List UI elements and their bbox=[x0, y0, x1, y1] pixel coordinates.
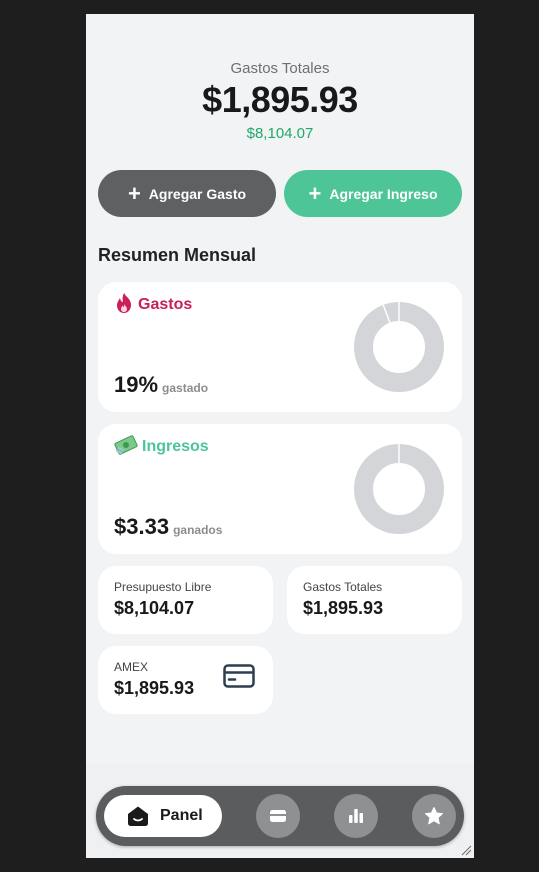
plus-icon: + bbox=[127, 180, 141, 206]
credit-card-icon bbox=[223, 664, 255, 688]
expenses-donut-chart bbox=[354, 302, 444, 392]
add-expense-button[interactable]: + Agregar Gasto bbox=[98, 170, 276, 217]
monthly-summary-title: Resumen Mensual bbox=[98, 245, 257, 265]
bar-chart-icon bbox=[349, 809, 363, 823]
amex-value: $1,895.93 bbox=[114, 678, 195, 698]
income-donut-chart bbox=[354, 444, 444, 534]
free-budget-card[interactable]: Presupuesto Libre $8,104.07 bbox=[98, 566, 273, 634]
header-subtitle: Gastos Totales bbox=[230, 60, 330, 77]
donut-track bbox=[354, 444, 444, 534]
income-card-header: Ingresos bbox=[114, 434, 209, 460]
total-expenses-card[interactable]: Gastos Totales $1,895.93 bbox=[287, 566, 462, 634]
plus-icon: + bbox=[308, 180, 322, 206]
resize-handle-icon[interactable] bbox=[460, 844, 472, 856]
expenses-percent: 19% bbox=[114, 372, 159, 397]
income-unit: ganados bbox=[173, 523, 223, 537]
donut-track bbox=[354, 302, 444, 392]
free-budget-value: $8,104.07 bbox=[114, 598, 195, 618]
income-card-title: Ingresos bbox=[142, 438, 209, 455]
expenses-unit: gastado bbox=[162, 381, 209, 395]
nav-stats-button[interactable] bbox=[334, 794, 378, 838]
free-budget-label: Presupuesto Libre bbox=[114, 580, 212, 594]
amex-label: AMEX bbox=[114, 660, 149, 674]
income-card-value: $3.33 ganados bbox=[114, 514, 222, 540]
header: Gastos Totales $1,895.93 $8,104.07 bbox=[86, 60, 474, 142]
expenses-card-header: Gastos bbox=[114, 292, 192, 318]
nav-favorites-button[interactable] bbox=[412, 794, 456, 838]
wallet-icon bbox=[270, 810, 286, 822]
expenses-card-value: 19% gastado bbox=[114, 372, 208, 398]
home-icon bbox=[128, 806, 148, 826]
income-card[interactable]: Ingresos $3.33 ganados bbox=[98, 424, 462, 554]
expenses-card-title: Gastos bbox=[138, 296, 193, 313]
total-expenses-amount: $1,895.93 bbox=[202, 79, 358, 120]
total-expenses-label: Gastos Totales bbox=[303, 580, 383, 594]
income-value: $3.33 bbox=[114, 514, 170, 539]
add-income-label: Agregar Ingreso bbox=[329, 185, 438, 202]
total-expenses-value: $1,895.93 bbox=[303, 598, 384, 618]
add-expense-label: Agregar Gasto bbox=[148, 185, 247, 202]
nav-wallet-button[interactable] bbox=[256, 794, 300, 838]
income-amount: $8,104.07 bbox=[246, 125, 314, 142]
nav-panel-button[interactable]: Panel bbox=[104, 795, 222, 837]
add-income-button[interactable]: + Agregar Ingreso bbox=[284, 170, 462, 217]
amex-card[interactable]: AMEX $1,895.93 bbox=[98, 646, 273, 714]
bottom-navigation: Panel bbox=[96, 786, 464, 846]
app-screen: Gastos Totales $1,895.93 $8,104.07 + Agr… bbox=[86, 14, 474, 858]
money-icon bbox=[114, 434, 138, 460]
star-icon bbox=[425, 807, 443, 825]
expenses-card[interactable]: Gastos 19% gastado bbox=[98, 282, 462, 412]
nav-panel-label: Panel bbox=[160, 807, 203, 824]
fire-icon bbox=[114, 292, 134, 318]
